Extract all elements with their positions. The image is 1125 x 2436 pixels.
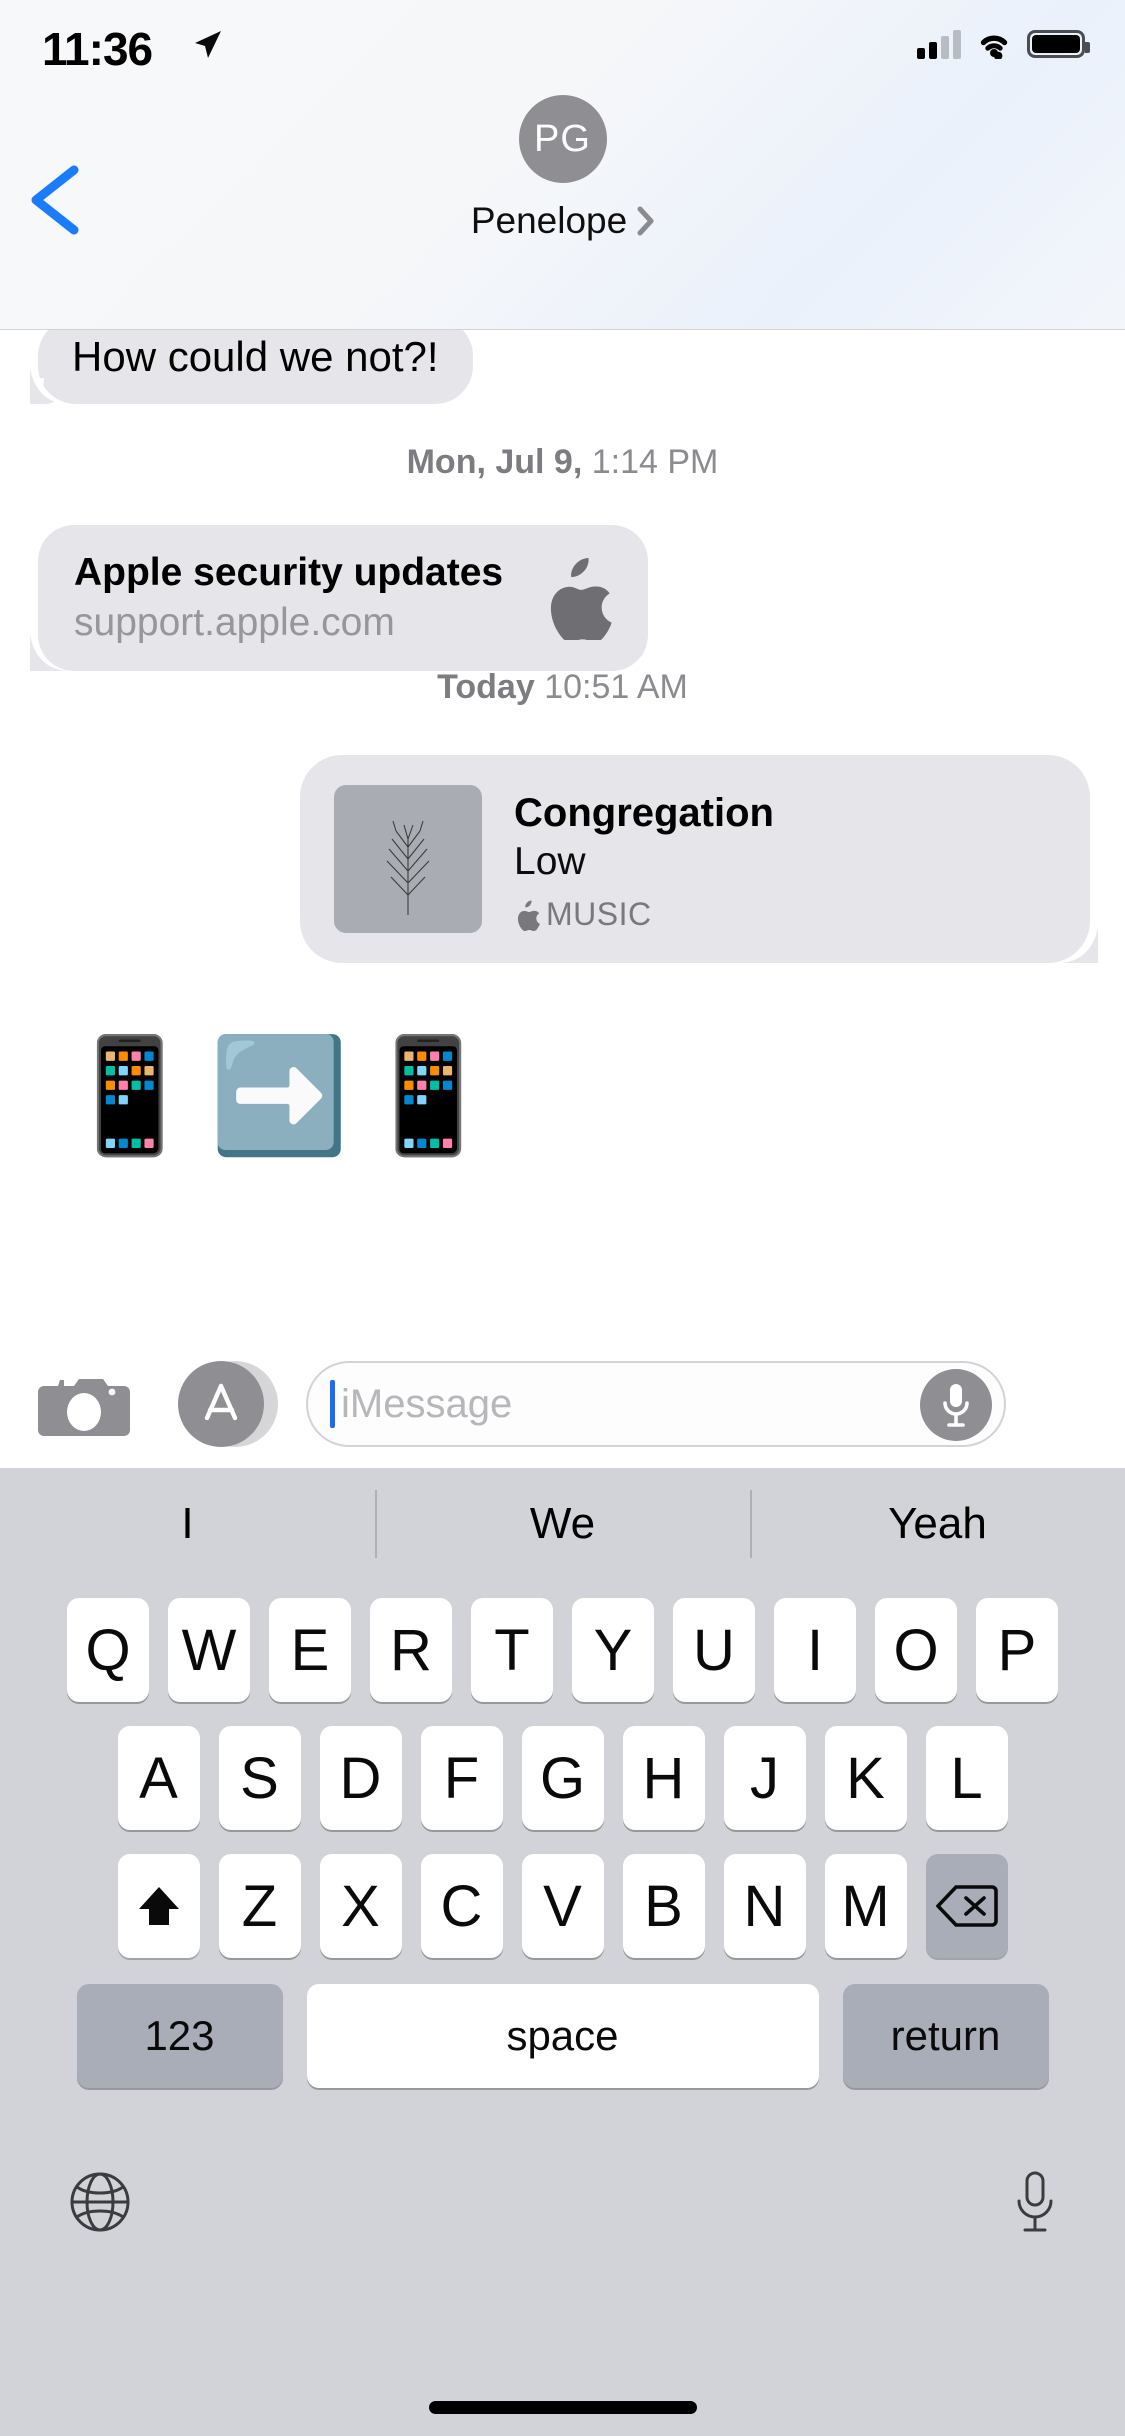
- prediction-candidate[interactable]: I: [0, 1468, 375, 1580]
- imessage-conversation-screen: How could we not?! Mon, Jul 9, 1:14 PM A…: [0, 0, 1125, 2436]
- timestamp-day: Today: [437, 668, 535, 706]
- battery-full-icon: [1027, 30, 1090, 58]
- chevron-right-icon: [637, 206, 654, 236]
- key-x[interactable]: X: [319, 1854, 402, 1958]
- message-input-toolbar: iMessage: [0, 1340, 1125, 1468]
- app-store-icon[interactable]: [178, 1361, 278, 1447]
- key-d[interactable]: D: [319, 1726, 402, 1830]
- text-cursor: [330, 1380, 335, 1428]
- key-u[interactable]: U: [673, 1598, 755, 1702]
- keyboard-row-3: Z X C V B N M: [0, 1854, 1125, 1958]
- message-input[interactable]: iMessage: [306, 1361, 1006, 1447]
- timestamp-divider: Today 10:51 AM: [0, 668, 1125, 707]
- return-key[interactable]: return: [842, 1984, 1049, 2088]
- key-q[interactable]: Q: [67, 1598, 149, 1702]
- key-r[interactable]: R: [370, 1598, 452, 1702]
- key-m[interactable]: M: [824, 1854, 907, 1958]
- music-track-title: Congregation: [514, 791, 774, 835]
- keyboard-row-1: Q W E R T Y U I O P: [0, 1598, 1125, 1702]
- contact-detail-button[interactable]: Penelope: [0, 200, 1125, 242]
- apple-music-badge: MUSIC: [514, 896, 774, 933]
- timestamp-time: 10:51 AM: [544, 668, 688, 706]
- on-screen-keyboard: I We Yeah Q W E R T Y U I O P A S D F G …: [0, 1468, 1125, 2436]
- message-text: How could we not?!: [72, 333, 439, 380]
- avatar[interactable]: PG: [518, 95, 607, 183]
- key-g[interactable]: G: [521, 1726, 604, 1830]
- timestamp-divider: Mon, Jul 9, 1:14 PM: [0, 443, 1125, 482]
- message-row-music-card: Congregation Low MUSIC: [0, 755, 1125, 963]
- status-bar: 11:36: [0, 0, 1125, 90]
- backspace-delete-icon: [935, 1885, 998, 1927]
- wifi-icon: [980, 35, 1008, 59]
- location-arrow-icon: [195, 31, 221, 58]
- key-f[interactable]: F: [420, 1726, 503, 1830]
- key-s[interactable]: S: [218, 1726, 301, 1830]
- link-preview-domain: support.apple.com: [74, 601, 395, 644]
- cellular-bars-icon: [917, 29, 961, 59]
- message-row-emoji: 📱➡️📱: [60, 1040, 1125, 1152]
- shift-up-arrow-icon: [138, 1887, 179, 1925]
- timestamp-day: Mon, Jul 9,: [406, 443, 583, 481]
- key-i[interactable]: I: [774, 1598, 856, 1702]
- message-row-text: How could we not?!: [18, 318, 1125, 405]
- music-artist-name: Low: [514, 840, 586, 883]
- key-l[interactable]: L: [925, 1726, 1008, 1830]
- key-e[interactable]: E: [269, 1598, 351, 1702]
- key-b[interactable]: B: [622, 1854, 705, 1958]
- key-z[interactable]: Z: [218, 1854, 301, 1958]
- prediction-candidate[interactable]: Yeah: [750, 1468, 1125, 1580]
- apple-music-label: MUSIC: [546, 896, 652, 932]
- keyboard-bottom-row: [0, 2144, 1125, 2264]
- album-artwork: [334, 785, 482, 933]
- link-preview-bubble[interactable]: Apple security updates support.apple.com: [38, 525, 648, 671]
- key-h[interactable]: H: [622, 1726, 705, 1830]
- key-w[interactable]: W: [168, 1598, 250, 1702]
- camera-icon[interactable]: [38, 1368, 130, 1440]
- key-n[interactable]: N: [723, 1854, 806, 1958]
- key-y[interactable]: Y: [572, 1598, 654, 1702]
- globe-language-icon: [70, 2172, 130, 2231]
- key-p[interactable]: P: [976, 1598, 1058, 1702]
- message-row-link-preview: Apple security updates support.apple.com: [38, 525, 1125, 671]
- message-placeholder: iMessage: [341, 1381, 513, 1426]
- avatar-initials: PG: [534, 117, 591, 160]
- chevron-left-icon[interactable]: [22, 160, 92, 240]
- apple-logo-icon: [517, 900, 540, 931]
- keyboard-row-4: 123 space return: [0, 1984, 1125, 2088]
- key-v[interactable]: V: [521, 1854, 604, 1958]
- microphone-icon: [1017, 2171, 1053, 2231]
- microphone-icon: [943, 1384, 969, 1427]
- key-a[interactable]: A: [117, 1726, 200, 1830]
- key-o[interactable]: O: [875, 1598, 957, 1702]
- keyboard-row-2: A S D F G H J K L: [0, 1726, 1125, 1830]
- audio-message-button[interactable]: [920, 1369, 992, 1441]
- apple-logo-icon: [550, 557, 612, 640]
- prediction-bar: I We Yeah: [0, 1468, 1125, 1580]
- message-bubble-incoming[interactable]: How could we not?!: [18, 318, 473, 405]
- globe-language-key[interactable]: [68, 2170, 132, 2239]
- prediction-candidate[interactable]: We: [375, 1468, 750, 1580]
- shift-key[interactable]: [117, 1854, 200, 1958]
- home-indicator[interactable]: [428, 2401, 697, 2414]
- key-t[interactable]: T: [471, 1598, 553, 1702]
- space-key[interactable]: space: [306, 1984, 819, 2088]
- link-preview-title: Apple security updates: [74, 551, 504, 594]
- timestamp-time: 1:14 PM: [591, 443, 719, 481]
- apple-music-card-bubble[interactable]: Congregation Low MUSIC: [300, 755, 1090, 963]
- dictation-key[interactable]: [1013, 2169, 1057, 2240]
- contact-name: Penelope: [470, 200, 628, 241]
- key-c[interactable]: C: [420, 1854, 503, 1958]
- numeric-keyboard-key[interactable]: 123: [76, 1984, 283, 2088]
- emoji-message[interactable]: 📱➡️📱: [60, 1040, 1125, 1152]
- status-time: 11:36: [42, 23, 153, 75]
- app-store-glyph-icon: [204, 1383, 238, 1421]
- delete-key[interactable]: [925, 1854, 1008, 1958]
- key-j[interactable]: J: [723, 1726, 806, 1830]
- key-k[interactable]: K: [824, 1726, 907, 1830]
